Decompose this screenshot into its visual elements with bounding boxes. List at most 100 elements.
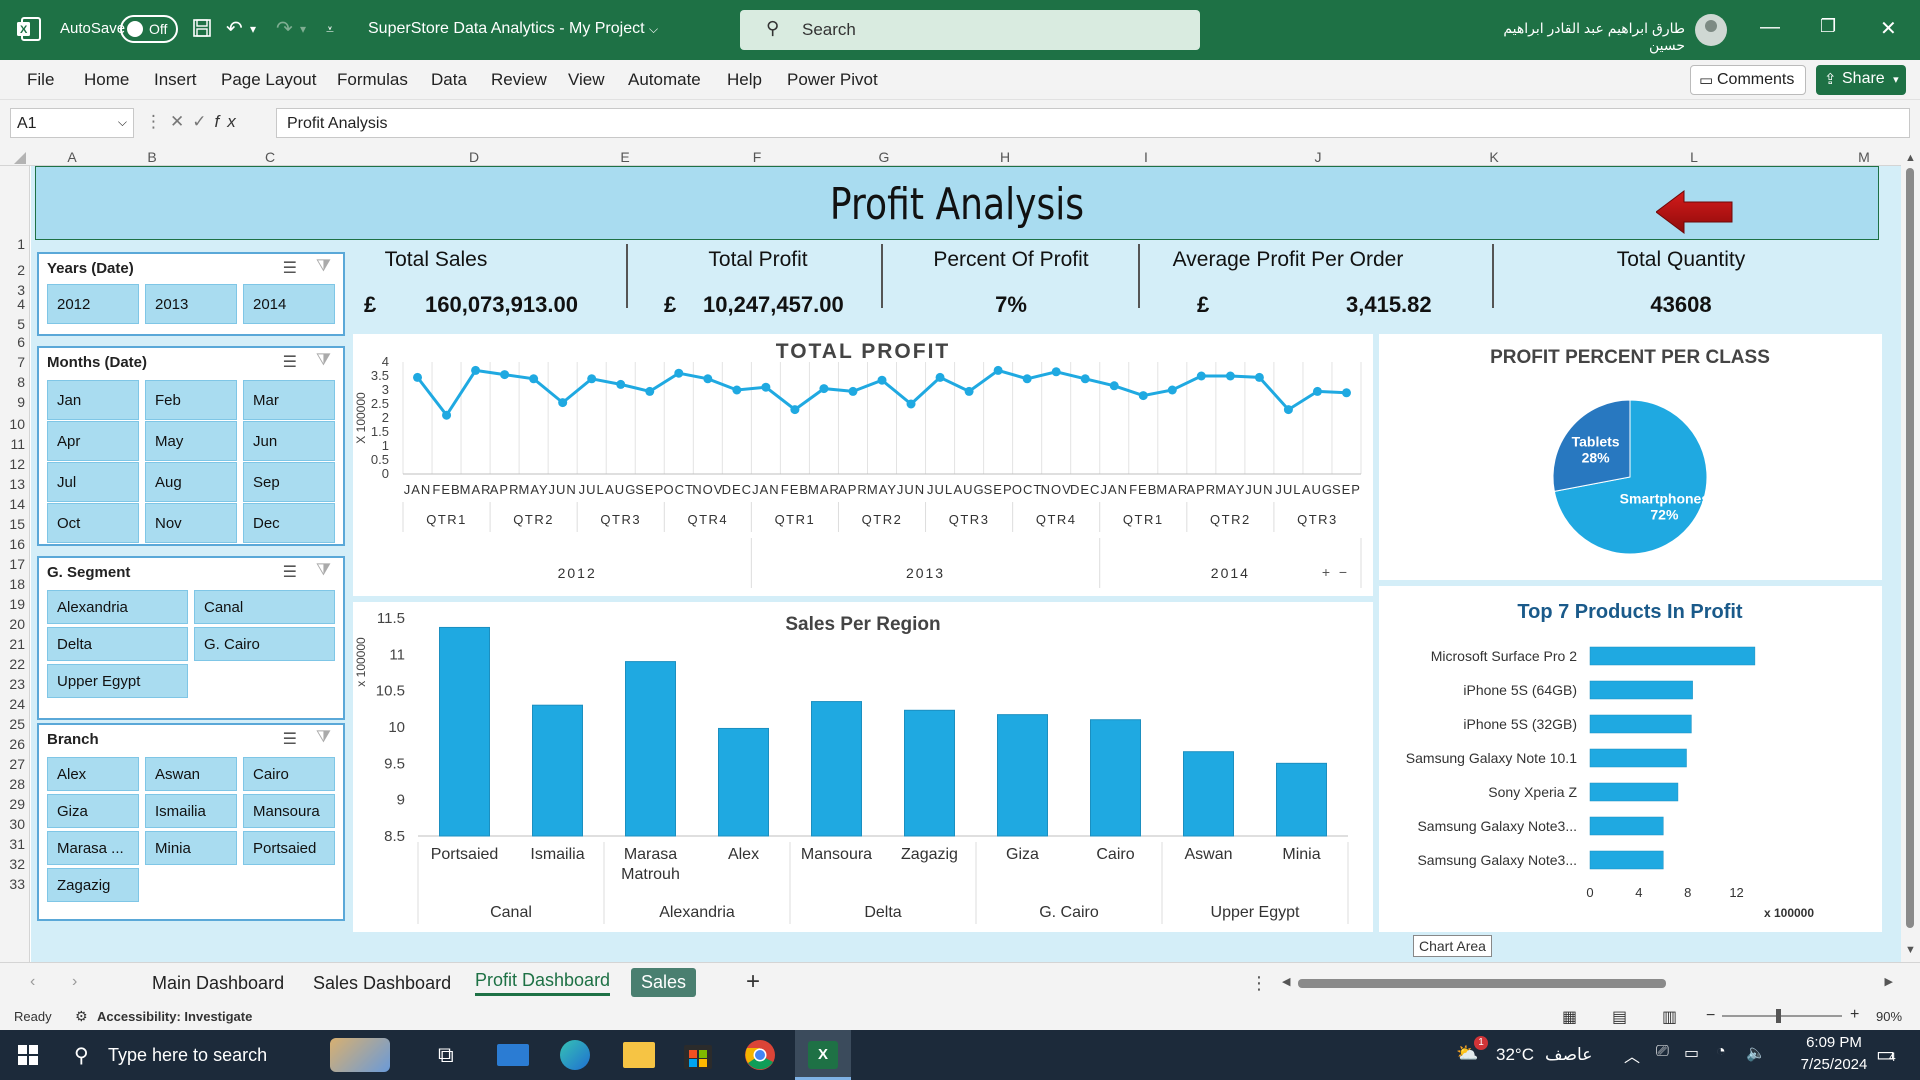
menu-power-pivot[interactable]: Power Pivot <box>787 70 878 90</box>
profit-class-chart[interactable]: PROFIT PERCENT PER CLASS Smartphones 72% Ta… <box>1379 334 1882 580</box>
row-header-25[interactable]: 25 <box>9 716 25 732</box>
formula-input[interactable]: Profit Analysis <box>276 108 1910 138</box>
menu-formulas[interactable]: Formulas <box>337 70 408 90</box>
row-header-21[interactable]: 21 <box>9 636 25 652</box>
horizontal-scrollbar[interactable]: ◀ ▶ <box>1280 975 1895 991</box>
slicer-item-cairo[interactable]: Cairo <box>243 757 335 791</box>
scroll-up-icon[interactable]: ▲ <box>1905 152 1916 164</box>
menu-page-layout[interactable]: Page Layout <box>221 70 316 90</box>
row-header-1[interactable]: 1 <box>17 236 25 252</box>
battery-icon[interactable]: ▭ <box>1684 1043 1699 1063</box>
add-sheet-icon[interactable]: + <box>746 968 760 996</box>
cancel-icon[interactable]: ✕ <box>170 112 192 131</box>
customize-toolbar-icon[interactable]: ⩡ <box>326 18 334 40</box>
row-header-6[interactable]: 6 <box>17 334 25 350</box>
excel-app-icon[interactable]: X <box>795 1030 851 1080</box>
row-header-24[interactable]: 24 <box>9 696 25 712</box>
volume-icon[interactable]: 🔈 <box>1746 1043 1766 1063</box>
slicer-item-oct[interactable]: Oct <box>47 503 139 543</box>
comments-button[interactable]: ▭ Comments <box>1690 65 1806 95</box>
task-view-icon[interactable]: ⧉ <box>438 1042 454 1068</box>
column-header-k[interactable]: K <box>1484 149 1504 165</box>
slicer-item-feb[interactable]: Feb <box>145 380 237 420</box>
total-profit-chart[interactable]: TOTAL PROFIT X 100000 0 0.5 1 1.5 2 2.5 3 3.5 4 JAN… <box>353 334 1373 596</box>
zoom-in-icon[interactable]: + <box>1850 1006 1859 1024</box>
row-header-32[interactable]: 32 <box>9 856 25 872</box>
slicer-item-sep[interactable]: Sep <box>243 462 335 502</box>
document-title[interactable]: SuperStore Data Analytics - My Project ⌵ <box>368 20 658 38</box>
slicer-item-portsaied[interactable]: Portsaied <box>243 831 335 865</box>
file-explorer-icon[interactable] <box>623 1042 655 1068</box>
save-icon[interactable] <box>192 18 212 43</box>
restore-icon[interactable]: ❐ <box>1820 16 1836 37</box>
name-box[interactable]: A1 ⌵ <box>10 108 134 138</box>
zoom-level[interactable]: 90% <box>1876 1009 1902 1024</box>
close-icon[interactable]: ✕ <box>1880 16 1897 41</box>
menu-help[interactable]: Help <box>727 70 762 90</box>
autosave-toggle[interactable]: Off <box>120 15 178 43</box>
row-header-14[interactable]: 14 <box>9 496 25 512</box>
redo-icon[interactable]: ↷ <box>276 18 293 40</box>
scroll-thumb[interactable] <box>1906 168 1914 928</box>
redo-dropdown-icon[interactable]: ▾ <box>300 18 306 40</box>
menu-insert[interactable]: Insert <box>154 70 197 90</box>
page-layout-view-icon[interactable]: ▤ <box>1612 1007 1627 1027</box>
multi-select-icon[interactable]: ☰ <box>283 562 297 582</box>
multi-select-icon[interactable]: ☰ <box>283 352 297 372</box>
status-accessibility[interactable]: Accessibility: Investigate <box>97 1009 252 1024</box>
row-header-26[interactable]: 26 <box>9 736 25 752</box>
enter-icon[interactable]: ✓ <box>192 112 214 131</box>
row-header-8[interactable]: 8 <box>17 374 25 390</box>
row-header-7[interactable]: 7 <box>17 354 25 370</box>
menu-data[interactable]: Data <box>431 70 467 90</box>
slicer-item-ismailia[interactable]: Ismailia <box>145 794 237 828</box>
more-options-icon[interactable]: ⋮ <box>1250 973 1268 994</box>
slicer-item-2013[interactable]: 2013 <box>145 284 237 324</box>
scroll-down-icon[interactable]: ▼ <box>1905 944 1916 956</box>
slicer-item-2014[interactable]: 2014 <box>243 284 335 324</box>
row-header-13[interactable]: 13 <box>9 476 25 492</box>
mail-app-icon[interactable] <box>497 1044 529 1066</box>
fx-icon[interactable]: fx <box>215 112 244 131</box>
prev-sheet-icon[interactable]: ‹ <box>30 973 35 991</box>
tab-main-dashboard[interactable]: Main Dashboard <box>152 973 284 994</box>
search-box[interactable]: ⚲ Search <box>740 10 1200 50</box>
row-header-23[interactable]: 23 <box>9 676 25 692</box>
next-sheet-icon[interactable]: › <box>72 973 77 991</box>
slicer-item-nov[interactable]: Nov <box>145 503 237 543</box>
slicer-item-aug[interactable]: Aug <box>145 462 237 502</box>
column-header-m[interactable]: M <box>1854 149 1874 165</box>
network-adapter-icon[interactable]: ⎚ <box>1656 1043 1669 1061</box>
slicer-item-jul[interactable]: Jul <box>47 462 139 502</box>
slicer-item-dec[interactable]: Dec <box>243 503 335 543</box>
row-header-16[interactable]: 16 <box>9 536 25 552</box>
sales-region-chart[interactable]: Sales Per Region x 100000 8.5 9 9.5 10 10.5 11 1… <box>353 602 1373 932</box>
slicer-item-mar[interactable]: Mar <box>243 380 335 420</box>
slicer-item-2012[interactable]: 2012 <box>47 284 139 324</box>
slicer-item-mansoura[interactable]: Mansoura <box>243 794 335 828</box>
chrome-app-icon[interactable] <box>744 1039 776 1071</box>
column-header-c[interactable]: C <box>260 149 280 165</box>
row-header-11[interactable]: 11 <box>10 436 25 452</box>
row-header-18[interactable]: 18 <box>9 576 25 592</box>
page-break-view-icon[interactable]: ▥ <box>1662 1007 1677 1027</box>
wifi-icon[interactable]: ◔ <box>1716 1043 1726 1061</box>
menu-view[interactable]: View <box>568 70 605 90</box>
slicer-item-apr[interactable]: Apr <box>47 421 139 461</box>
row-header-17[interactable]: 17 <box>9 556 25 572</box>
column-header-a[interactable]: A <box>62 149 82 165</box>
user-avatar[interactable] <box>1695 14 1727 46</box>
undo-dropdown-icon[interactable]: ▾ <box>250 18 256 40</box>
row-header-27[interactable]: 27 <box>9 756 25 772</box>
h-scroll-thumb[interactable] <box>1298 979 1666 988</box>
slicer-item-g-cairo[interactable]: G. Cairo <box>194 627 335 661</box>
slicer-item-upper-egypt[interactable]: Upper Egypt <box>47 664 188 698</box>
slicer-item-minia[interactable]: Minia <box>145 831 237 865</box>
row-header-5[interactable]: 5 <box>17 316 25 332</box>
accessibility-icon[interactable]: ⚙ <box>75 1008 88 1025</box>
column-header-l[interactable]: L <box>1684 149 1704 165</box>
row-header-20[interactable]: 20 <box>9 616 25 632</box>
clear-filter-icon[interactable]: ⧩ <box>316 727 331 747</box>
tab-sales[interactable]: Sales <box>631 968 697 997</box>
row-header-33[interactable]: 33 <box>9 876 25 892</box>
